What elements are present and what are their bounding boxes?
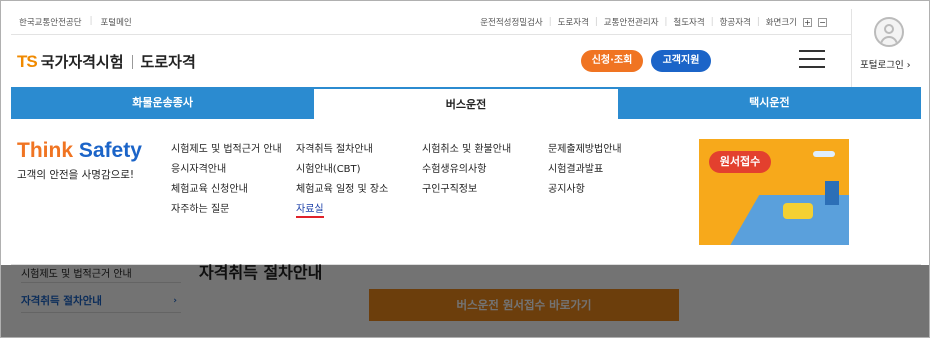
- separator: |: [710, 17, 714, 27]
- application-banner[interactable]: 원서접수: [699, 139, 849, 245]
- banner-car-illustration: [783, 203, 813, 219]
- railway-qualification-link[interactable]: 철도자격: [673, 16, 704, 28]
- bus-application-cta-button[interactable]: 버스운전 원서접수 바로가기: [369, 289, 679, 321]
- zoom-out-button[interactable]: −: [818, 17, 827, 27]
- customer-support-button[interactable]: 고객지원: [651, 50, 711, 72]
- side-menu-item-acquisition-process[interactable]: 자격취득 절차안내 ›: [21, 289, 181, 313]
- logo-subtitle: 도로자격: [140, 53, 196, 71]
- kotsa-link[interactable]: 한국교통안전공단: [19, 16, 82, 28]
- slogan: 고객의 안전을 사명감으로!: [17, 169, 135, 181]
- portal-main-link[interactable]: 포털메인: [100, 16, 131, 28]
- separator: |: [548, 17, 552, 27]
- menu-item-question-method[interactable]: 문제출제방법안내: [548, 143, 622, 163]
- banner-label: 원서접수: [709, 151, 771, 173]
- tab-taxi[interactable]: 택시운전: [618, 87, 921, 119]
- tab-cargo[interactable]: 화물운송종사: [11, 87, 314, 119]
- traffic-safety-manager-link[interactable]: 교통안전관리자: [604, 16, 659, 28]
- menu-item-experience-apply[interactable]: 체험교육 신청안내: [171, 183, 282, 203]
- utility-right-links: 운전적성정밀검사 | 도로자격 | 교통안전관리자 | 철도자격 | 항공자격 …: [480, 16, 827, 28]
- page-title: 자격취득 절차안내: [199, 263, 323, 282]
- logo-name: 국가자격시험: [40, 53, 124, 71]
- road-qualification-link[interactable]: 도로자격: [558, 16, 589, 28]
- menu-item-experience-schedule[interactable]: 체험교육 일정 및 장소: [296, 183, 388, 203]
- separator: |: [756, 17, 760, 27]
- utility-left-links: 한국교통안전공단 | 포털메인: [19, 16, 132, 28]
- side-menu-item-exam-system[interactable]: 시험제도 및 법적근거 안내: [21, 265, 181, 283]
- ts-logo-mark: TS: [17, 51, 38, 71]
- menu-item-faq[interactable]: 자주하는 질문: [171, 203, 282, 223]
- main-nav: 화물운송종사 버스운전 택시운전: [11, 87, 921, 119]
- bus-submenu: Think Safety 고객의 안전을 사명감으로! 시험제도 및 법적근거 …: [11, 119, 921, 265]
- menu-item-candidate-notes[interactable]: 수험생유의사항: [422, 163, 511, 183]
- site-header: TS 국가자격시험 도로자격 신청·조회 고객지원: [11, 35, 851, 87]
- separator: |: [89, 16, 93, 26]
- aviation-qualification-link[interactable]: 항공자격: [720, 16, 751, 28]
- menu-item-acquisition-process[interactable]: 자격취득 절차안내: [296, 143, 388, 163]
- think-safety-title: Think Safety: [17, 139, 142, 162]
- banner-building-illustration: [825, 181, 839, 205]
- utility-bar: 한국교통안전공단 | 포털메인 운전적성정밀검사 | 도로자격 | 교통안전관리…: [11, 9, 851, 35]
- site-logo[interactable]: TS 국가자격시험 도로자격: [17, 51, 196, 72]
- user-icon: [874, 17, 904, 47]
- portal-login[interactable]: 포털로그인 ›: [851, 9, 923, 87]
- background-page: 시험제도 및 법적근거 안내 자격취득 절차안내 › 자격취득 절차안내 버스운…: [11, 263, 921, 337]
- submenu-column-3: 시험취소 및 환불안내 수험생유의사항 구인구직정보: [422, 143, 511, 203]
- aptitude-test-link[interactable]: 운전적성정밀검사: [480, 16, 543, 28]
- menu-item-job-info[interactable]: 구인구직정보: [422, 183, 511, 203]
- menu-item-archive[interactable]: 자료실: [296, 203, 388, 223]
- separator: |: [664, 17, 668, 27]
- separator: |: [594, 17, 598, 27]
- submenu-column-1: 시험제도 및 법적근거 안내 응시자격안내 체험교육 신청안내 자주하는 질문: [171, 143, 282, 223]
- banner-plane-illustration: [813, 151, 835, 157]
- apply-lookup-button[interactable]: 신청·조회: [581, 50, 643, 72]
- portal-login-label: 포털로그인 ›: [860, 60, 911, 71]
- menu-item-cancel-refund[interactable]: 시험취소 및 환불안내: [422, 143, 511, 163]
- zoom-label: 화면크기: [765, 18, 797, 28]
- menu-icon[interactable]: [799, 50, 825, 68]
- menu-item-exam-system[interactable]: 시험제도 및 법적근거 안내: [171, 143, 282, 163]
- submenu-column-2: 자격취득 절차안내 시험안내(CBT) 체험교육 일정 및 장소 자료실: [296, 143, 388, 223]
- menu-item-eligibility[interactable]: 응시자격안내: [171, 163, 282, 183]
- logo-divider: [131, 54, 133, 69]
- chevron-right-icon: ›: [173, 296, 177, 306]
- page: 한국교통안전공단 | 포털메인 운전적성정밀검사 | 도로자격 | 교통안전관리…: [0, 0, 930, 338]
- menu-item-results[interactable]: 시험결과발표: [548, 163, 622, 183]
- menu-item-notices[interactable]: 공지사항: [548, 183, 622, 203]
- zoom-in-button[interactable]: +: [803, 17, 812, 27]
- tab-bus[interactable]: 버스운전: [314, 87, 618, 119]
- menu-item-cbt-info[interactable]: 시험안내(CBT): [296, 163, 388, 183]
- submenu-column-4: 문제출제방법안내 시험결과발표 공지사항: [548, 143, 622, 203]
